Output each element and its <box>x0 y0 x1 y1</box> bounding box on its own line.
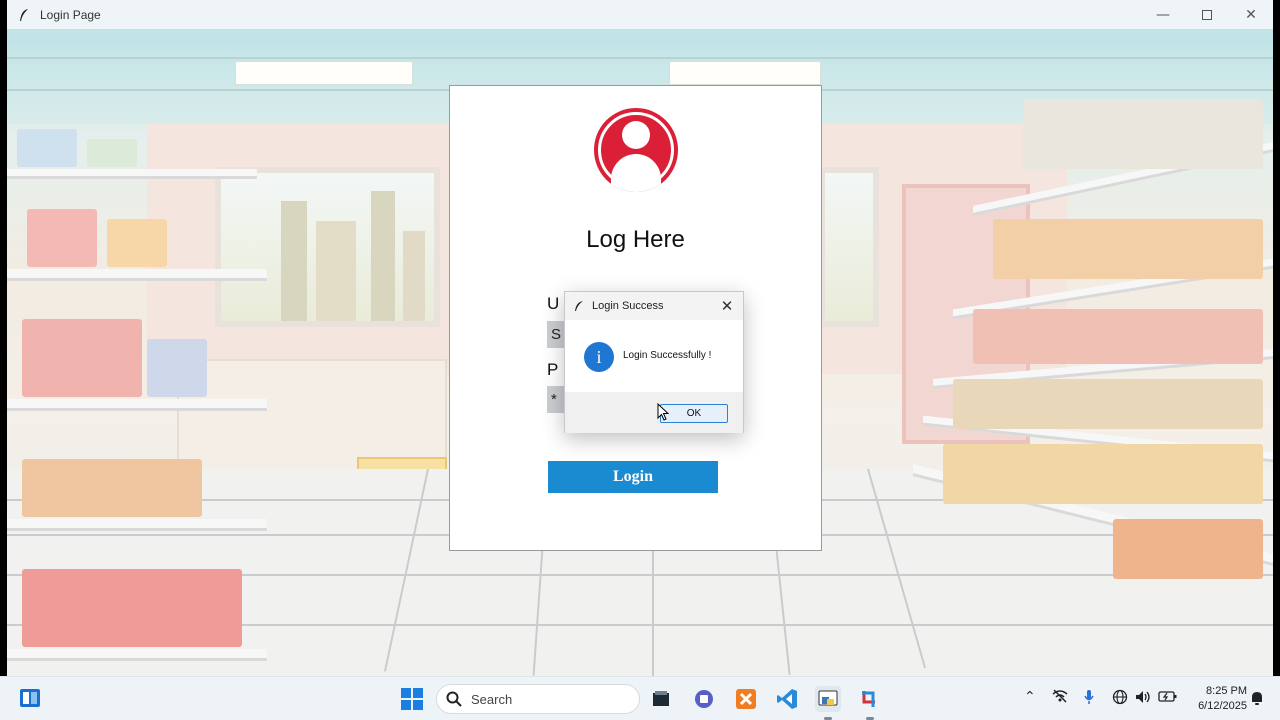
dialog-close-button[interactable]: ✕ <box>715 294 739 318</box>
search-icon <box>445 690 463 708</box>
feather-icon <box>16 7 32 23</box>
info-icon: i <box>584 342 614 372</box>
chevron-up-icon[interactable]: ⌃ <box>1024 689 1036 705</box>
maximize-icon <box>1202 9 1212 20</box>
clock-date: 6/12/2025 <box>1198 700 1247 712</box>
snipping-tool-icon[interactable] <box>857 686 883 712</box>
user-avatar-icon <box>594 108 678 192</box>
volume-icon[interactable] <box>1134 689 1152 709</box>
battery-icon[interactable] <box>1158 689 1178 707</box>
feather-icon <box>573 299 585 313</box>
taskbar-clock[interactable]: 8:25 PM 6/12/2025 <box>1181 684 1247 714</box>
dialog-title: Login Success <box>592 300 664 312</box>
search-placeholder: Search <box>471 691 513 707</box>
xampp-icon[interactable] <box>733 686 759 712</box>
clock-time: 8:25 PM <box>1206 685 1247 697</box>
file-explorer-icon[interactable] <box>648 686 674 712</box>
window-title: Login Page <box>40 7 101 22</box>
widgets-icon[interactable] <box>18 687 42 709</box>
network-icon[interactable] <box>1052 689 1068 707</box>
taskbar-search-box[interactable]: Search <box>436 684 640 714</box>
login-button[interactable]: Login <box>548 461 718 493</box>
mouse-cursor-icon <box>657 403 669 421</box>
login-success-dialog: Login Success ✕ i Login Successfully ! O… <box>564 291 744 433</box>
username-label: U <box>547 294 560 313</box>
login-title: Log Here <box>586 226 685 253</box>
maximize-button[interactable] <box>1185 0 1229 29</box>
python-idle-icon[interactable] <box>815 686 841 712</box>
teams-icon[interactable] <box>691 686 717 712</box>
taskbar: Search ⌃ 8:25 PM 6/12/2025 <box>0 676 1280 720</box>
minimize-icon: — <box>1156 6 1170 23</box>
globe-icon[interactable] <box>1112 689 1128 709</box>
app-window: Login Page — ✕ Log Here U S P * Login Lo… <box>7 0 1273 676</box>
close-icon: ✕ <box>1245 6 1257 23</box>
password-label: P <box>547 360 559 379</box>
microphone-icon[interactable] <box>1084 689 1094 709</box>
dialog-title-bar[interactable]: Login Success ✕ <box>565 292 743 320</box>
vscode-icon[interactable] <box>774 686 800 712</box>
dialog-message: Login Successfully ! <box>623 350 712 361</box>
notification-icon[interactable] <box>1250 690 1264 710</box>
title-bar[interactable]: Login Page — ✕ <box>7 0 1273 29</box>
windows-start-icon[interactable] <box>401 688 423 710</box>
close-button[interactable]: ✕ <box>1229 0 1273 29</box>
close-icon: ✕ <box>720 297 734 315</box>
minimize-button[interactable]: — <box>1141 0 1185 29</box>
ok-button[interactable]: OK <box>660 404 728 423</box>
